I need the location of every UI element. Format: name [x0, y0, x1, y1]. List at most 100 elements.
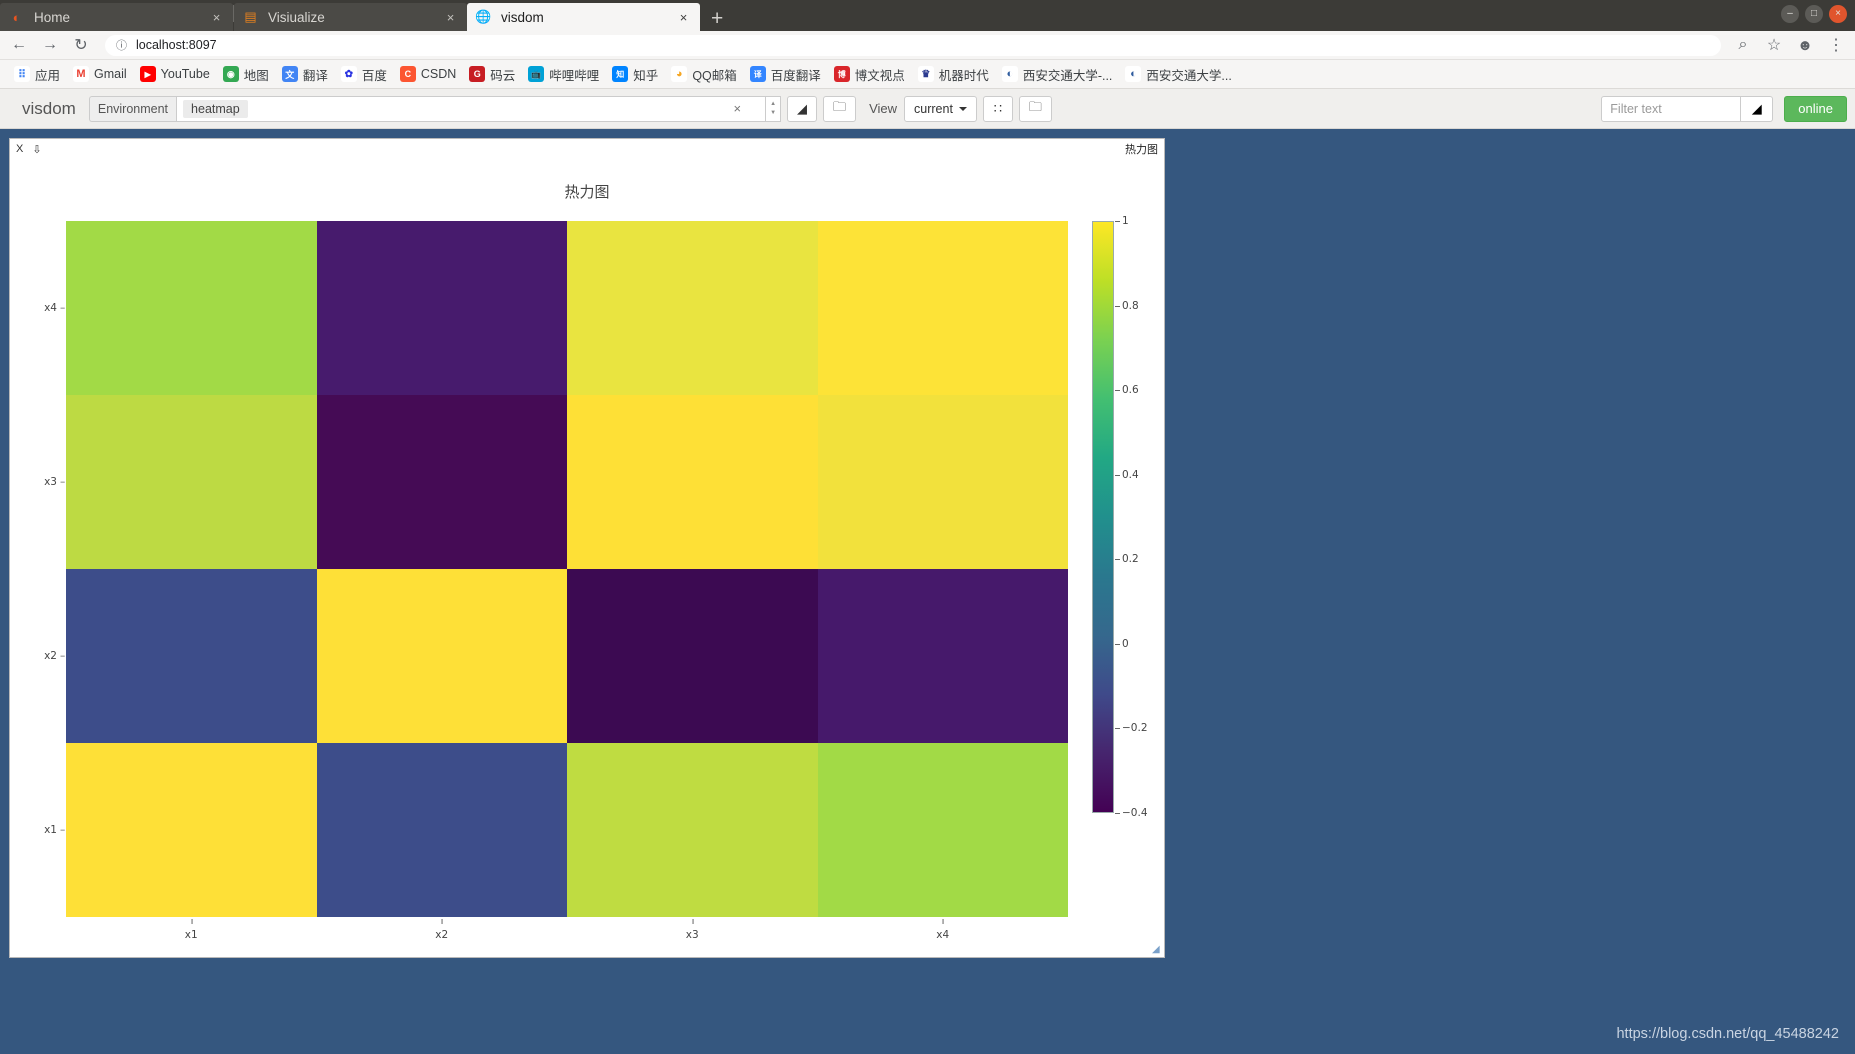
bookmark-gmail[interactable]: M Gmail	[67, 64, 133, 84]
heatmap-cell[interactable]	[66, 221, 317, 395]
heatmap-cell[interactable]	[817, 395, 1068, 569]
visdom-canvas: X ⇩ 热力图 热力图 x4 x3 x2 x1 x1 x2 x3 x4 ◢	[0, 129, 1855, 1054]
heatmap-cell[interactable]	[567, 743, 818, 917]
x-axis-tick-label: x4	[936, 919, 950, 941]
colorbar-tick-label: −0.2	[1122, 722, 1148, 735]
bookmark-gitee[interactable]: G 码云	[463, 63, 521, 86]
heatmap-cell[interactable]	[567, 569, 818, 743]
bookmark-label: 西安交通大学-...	[1022, 68, 1113, 83]
bookmark-maps[interactable]: ◉ 地图	[217, 63, 275, 86]
bookmark-zhihu[interactable]: 知知乎	[606, 63, 664, 86]
bookmark-jiqishidai[interactable]: ♛ 机器时代	[912, 63, 995, 86]
globe-icon: 🌐	[475, 9, 492, 24]
new-tab-button[interactable]: +	[711, 8, 723, 29]
chart-title: 热力图	[564, 183, 610, 201]
panel-close-button[interactable]: X	[16, 143, 23, 155]
heatmap-cell[interactable]	[66, 395, 317, 569]
translate-icon: 文	[281, 66, 298, 82]
panel-header: X ⇩ 热力图	[10, 139, 1164, 159]
resize-handle[interactable]: ◢	[1152, 945, 1162, 955]
tab-title: Home	[34, 9, 71, 25]
bookmark-baidu-translate[interactable]: 译百度翻译	[744, 63, 827, 86]
bookmark-csdn[interactable]: C CSDN	[394, 64, 462, 84]
heatmap-cell[interactable]	[567, 221, 818, 395]
back-icon[interactable]: ←	[10, 36, 28, 54]
filter-input[interactable]: Filter text	[1601, 95, 1742, 122]
bookmark-label: CSDN	[420, 67, 457, 81]
repack-button[interactable]: ∷	[982, 95, 1013, 122]
panel-body: 热力图 x4 x3 x2 x1 x1 x2 x3 x4 ◢ 1 0.8 0.6 0.4 0.2 0 −0.…	[10, 159, 1164, 957]
maximize-button[interactable]: □	[1805, 5, 1823, 23]
colorbar-tick-mark	[1115, 559, 1120, 561]
bookmark-bilibili[interactable]: 📺 哔哩哔哩	[522, 63, 605, 86]
heatmap-cell[interactable]	[567, 395, 818, 569]
eraser-icon: ◢	[797, 100, 808, 116]
nav-right-actions: ⌕ ☆ ☻ ⋮	[1734, 35, 1845, 55]
bookmark-translate[interactable]: 文翻译	[276, 63, 334, 86]
environment-spinner[interactable]: ▲ ▼	[766, 95, 782, 122]
clear-filter-button[interactable]: ◢	[1741, 95, 1774, 122]
status-badge: online	[1784, 95, 1847, 122]
menu-kebab-icon[interactable]: ⋮	[1827, 35, 1845, 55]
browser-tab-visiualize[interactable]: ▤ Visiualize ×	[234, 3, 467, 31]
colorbar-tick-mark	[1115, 305, 1120, 307]
heatmap-cell[interactable]	[66, 743, 317, 917]
bookmark-bowenshidian[interactable]: 博博文视点	[828, 63, 911, 86]
gmail-icon: M	[73, 66, 90, 82]
qqmail-icon: ◕	[671, 66, 688, 82]
heatmap-cell[interactable]	[817, 569, 1068, 743]
chevron-down-icon	[958, 106, 967, 111]
heatmap-cell[interactable]	[66, 569, 317, 743]
environment-select[interactable]: heatmap ×	[176, 95, 767, 122]
heatmap-cell[interactable]	[817, 221, 1068, 395]
blog-icon: 博	[833, 66, 850, 82]
download-icon[interactable]: ⇩	[32, 143, 41, 156]
environment-input-group: Environment heatmap × ▲ ▼	[88, 95, 782, 122]
y-axis-tick-label: x1	[44, 824, 65, 836]
bookmark-youtube[interactable]: ▶ YouTube	[134, 64, 216, 84]
maps-icon: ◉	[222, 66, 239, 82]
bookmark-xjtu-2[interactable]: ◐ 西安交通大学...	[1119, 63, 1237, 86]
save-environment-button[interactable]: 🗀	[823, 95, 857, 122]
heatmap-cell[interactable]	[316, 395, 567, 569]
bookmark-star-icon[interactable]: ☆	[1765, 35, 1783, 55]
clear-environment-button[interactable]: ◢	[787, 95, 818, 122]
reload-icon[interactable]: ↻	[72, 35, 90, 55]
environment-label: Environment	[88, 95, 177, 122]
bookmark-label: QQ邮箱	[692, 68, 737, 83]
visdom-toolbar: visdom Environment heatmap × ▲ ▼ ◢ 🗀 Vie…	[0, 89, 1855, 129]
tab-close-icon[interactable]: ×	[675, 10, 692, 25]
bookmark-qqmail[interactable]: ◕ QQ邮箱	[665, 63, 742, 86]
heatmap-cell[interactable]	[316, 221, 567, 395]
clear-environment-icon[interactable]: ×	[733, 101, 741, 116]
bookmark-xjtu-1[interactable]: ◐ 西安交通大学-...	[996, 63, 1119, 86]
bookmark-label: 地图	[243, 68, 269, 83]
tab-strip: ◐ Home × ▤ Visiualize × 🌐 visdom × + – □…	[0, 0, 1855, 31]
tab-close-icon[interactable]: ×	[442, 10, 459, 25]
xjtu-icon: ◐	[1125, 66, 1142, 82]
browser-tab-visdom[interactable]: 🌐 visdom ×	[467, 3, 700, 31]
panel-title: 热力图	[1125, 144, 1158, 156]
gitee-icon: G	[469, 66, 486, 82]
bookmark-label: 应用	[35, 68, 61, 83]
browser-tab-home[interactable]: ◐ Home ×	[0, 3, 233, 31]
close-button[interactable]: ×	[1829, 5, 1847, 23]
address-bar[interactable]: ⓘ localhost:8097	[105, 34, 1721, 56]
heatmap-cell[interactable]	[316, 569, 567, 743]
x-axis-tick-label: x3	[685, 919, 699, 941]
forward-icon[interactable]: →	[41, 36, 59, 54]
bookmark-label: Gmail	[94, 67, 127, 81]
save-view-button[interactable]: 🗀	[1018, 95, 1052, 122]
profile-avatar-icon[interactable]: ☻	[1796, 37, 1814, 54]
bookmark-baidu[interactable]: ✿ 百度	[335, 63, 393, 86]
heatmap-cell[interactable]	[316, 743, 567, 917]
bookmark-apps[interactable]: ⠿ 应用	[8, 63, 66, 86]
y-axis-tick-label: x4	[44, 302, 65, 314]
view-select[interactable]: current	[904, 95, 977, 122]
bookmark-label: 博文视点	[854, 68, 905, 83]
heatmap-grid[interactable]	[66, 221, 1068, 917]
heatmap-cell[interactable]	[817, 743, 1068, 917]
search-icon[interactable]: ⌕	[1734, 36, 1752, 54]
minimize-button[interactable]: –	[1781, 5, 1799, 23]
tab-close-icon[interactable]: ×	[208, 10, 225, 25]
